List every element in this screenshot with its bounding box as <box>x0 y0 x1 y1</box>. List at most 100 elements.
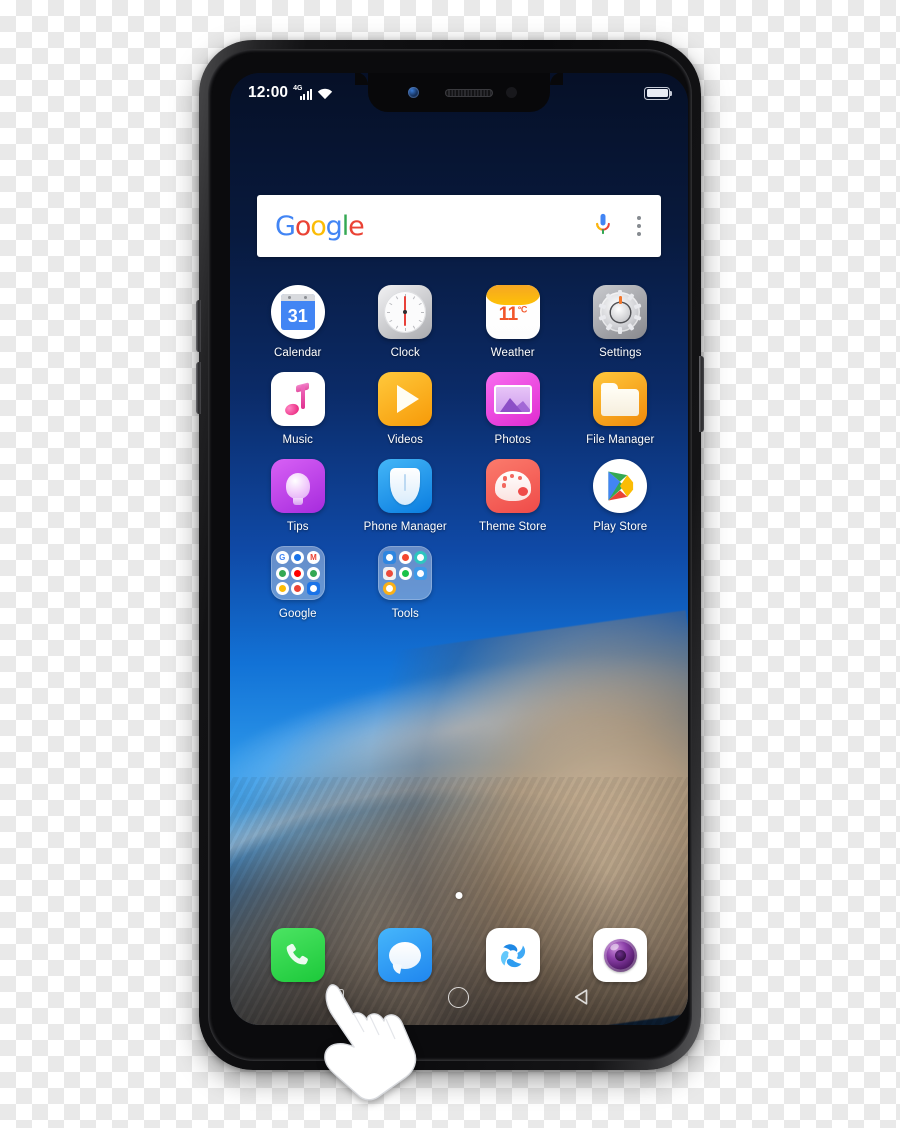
app-grid: 31 Calendar Clock 11°C Weather Settings … <box>244 285 674 620</box>
palette-icon <box>494 471 531 501</box>
app-icon-calendar[interactable]: 31 Calendar <box>244 285 352 359</box>
app-label: Phone Manager <box>363 521 447 533</box>
google-logo-letter: o <box>294 210 312 242</box>
tips-icon[interactable] <box>270 459 325 513</box>
play-triangle-icon <box>396 385 419 413</box>
app-icon-play-store[interactable]: Play Store <box>567 459 675 533</box>
volume-up-button[interactable] <box>196 300 201 352</box>
notes-mini-icon <box>414 566 428 580</box>
app-label: Tips <box>286 521 309 533</box>
photo-frame-icon <box>493 384 532 414</box>
nav-recents-icon[interactable] <box>318 979 354 1015</box>
play-store-icon[interactable] <box>593 459 648 513</box>
app-label: Google <box>278 608 317 620</box>
phone-device: 12:00 4G Google 31 Calendar Clock 11°C W… <box>196 40 704 1070</box>
app-folder-google[interactable]: GM Google <box>244 546 352 620</box>
play-store-glyph <box>608 471 634 501</box>
lightbulb-icon <box>285 473 310 505</box>
app-icon-videos[interactable]: Videos <box>352 372 460 446</box>
camera-lens-icon <box>603 938 637 972</box>
search-overflow-menu-icon[interactable] <box>637 216 641 236</box>
photos-icon[interactable] <box>485 372 540 426</box>
app-label: Tools <box>391 608 419 620</box>
page-dot[interactable] <box>455 892 463 899</box>
shield-icon <box>390 467 421 505</box>
nav-back-icon[interactable] <box>564 979 600 1015</box>
google-logo-letter: o <box>310 210 327 242</box>
google-logo: Google <box>275 210 365 242</box>
app-icon-clock[interactable]: Clock <box>352 285 460 359</box>
front-camera-icon <box>408 87 419 98</box>
google-logo-letter: e <box>348 210 365 242</box>
clock-minute-hand <box>404 296 407 313</box>
theme-store-icon[interactable] <box>485 459 540 513</box>
app-label: Calendar <box>274 347 322 359</box>
gear-icon <box>598 290 642 334</box>
google-search-bar[interactable]: Google <box>257 195 661 257</box>
volume-down-button[interactable] <box>196 362 201 414</box>
calculator-mini-icon <box>383 566 397 580</box>
clock-face <box>384 291 427 333</box>
signal-4g-icon: 4G <box>293 85 313 100</box>
music-note-glyph <box>283 382 311 417</box>
calendar-date-badge: 31 <box>280 294 315 330</box>
settings-icon[interactable] <box>593 285 648 339</box>
phone-handset-glyph <box>286 943 308 965</box>
play-movies-mini-icon <box>291 582 305 596</box>
app-label: File Manager <box>586 434 655 446</box>
app-icon-file-manager[interactable]: File Manager <box>567 372 675 446</box>
phone-manager-icon[interactable] <box>378 459 433 513</box>
app-folder-tools[interactable]: Tools <box>352 546 460 620</box>
power-button[interactable] <box>699 356 704 432</box>
wifi-icon <box>317 87 333 100</box>
status-bar-clock: 12:00 <box>248 84 289 101</box>
recorder-mini-icon <box>398 551 412 564</box>
app-label: Music <box>282 434 314 446</box>
google-search-mini-icon: G <box>275 551 289 564</box>
videos-icon[interactable] <box>378 372 433 426</box>
app-label: Settings <box>599 347 642 359</box>
battery-icon <box>644 86 673 100</box>
app-label: Weather <box>490 347 535 359</box>
display-notch <box>355 73 563 112</box>
app-label: Theme Store <box>478 521 547 533</box>
duo-mini-icon <box>306 582 320 596</box>
compass-mini-icon <box>414 551 428 564</box>
phone-screen[interactable]: 12:00 4G Google 31 Calendar Clock 11°C W… <box>230 73 688 1025</box>
app-icon-phone-manager[interactable]: Phone Manager <box>352 459 460 533</box>
gmail-mini-icon: M <box>306 551 320 564</box>
google-folder-icon[interactable]: GM <box>270 546 325 600</box>
app-icon-theme-store[interactable]: Theme Store <box>459 459 567 533</box>
nav-home-icon[interactable] <box>441 979 477 1015</box>
weather-sun-band <box>485 285 540 305</box>
chrome-mini-icon <box>291 551 305 564</box>
signal-bars <box>299 89 313 100</box>
app-icon-photos[interactable]: Photos <box>459 372 567 446</box>
voice-search-icon[interactable] <box>593 213 613 239</box>
browser-swirl-glyph <box>500 944 525 968</box>
app-icon-weather[interactable]: 11°C Weather <box>459 285 567 359</box>
app-icon-tips[interactable]: Tips <box>244 459 352 533</box>
flashlight-mini-icon <box>383 582 397 596</box>
speech-bubble-icon <box>389 941 422 969</box>
file-manager-icon[interactable] <box>593 372 648 426</box>
earpiece-speaker-icon <box>445 89 493 97</box>
clone-phone-mini-icon <box>398 566 412 580</box>
drive-mini-icon <box>306 566 320 580</box>
app-icon-settings[interactable]: Settings <box>567 285 675 359</box>
app-label: Videos <box>387 434 424 446</box>
tools-folder-icon[interactable] <box>378 546 433 600</box>
app-icon-music[interactable]: Music <box>244 372 352 446</box>
proximity-sensor-icon <box>506 87 517 98</box>
maps-mini-icon <box>275 566 289 580</box>
calendar-icon[interactable]: 31 <box>270 285 325 339</box>
app-label: Play Store <box>593 521 648 533</box>
clock-icon[interactable] <box>378 285 433 339</box>
google-logo-letter: G <box>275 210 296 242</box>
page-indicator <box>455 892 463 899</box>
music-icon[interactable] <box>270 372 325 426</box>
phone-bezel: 12:00 4G Google 31 Calendar Clock 11°C W… <box>208 49 692 1061</box>
youtube-mini-icon <box>291 566 305 580</box>
weather-icon[interactable]: 11°C <box>485 285 540 339</box>
contacts-mini-icon <box>383 551 397 564</box>
